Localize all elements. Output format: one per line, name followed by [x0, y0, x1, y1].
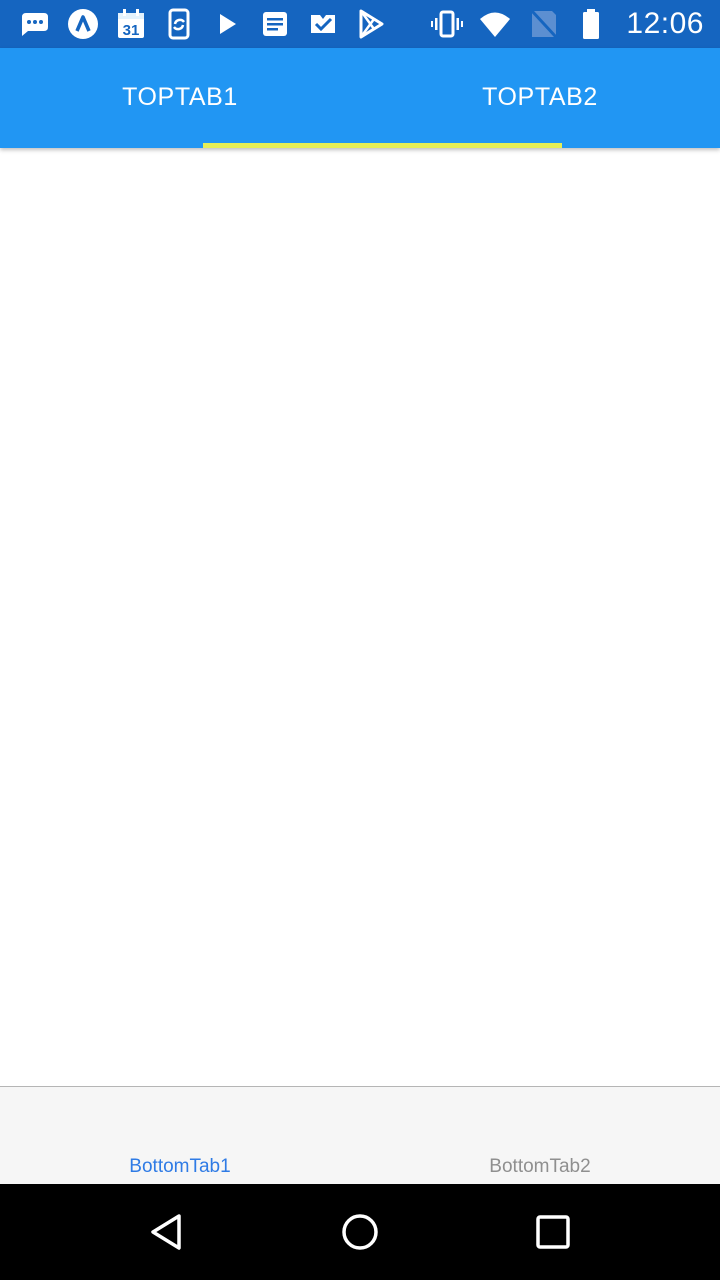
calendar-day-text: 31	[123, 22, 140, 39]
calendar-icon: 31	[114, 7, 148, 41]
status-bar: 31 12:06	[0, 0, 720, 48]
home-icon	[342, 1214, 378, 1250]
check-badge-icon	[306, 7, 340, 41]
wifi-icon	[478, 7, 512, 41]
tab-toptab1[interactable]: TOPTAB1	[0, 48, 360, 148]
play-store-icon	[354, 7, 388, 41]
vibrate-icon	[430, 7, 464, 41]
play-icon	[210, 7, 244, 41]
top-tab-bar: TOPTAB1 TOPTAB2	[0, 48, 720, 148]
status-clock: 12:06	[626, 7, 704, 40]
tab-content-area	[0, 148, 720, 1086]
bottom-tab-bar: BottomTab1 BottomTab2	[0, 1086, 720, 1184]
notes-icon	[258, 7, 292, 41]
tab-toptab2[interactable]: TOPTAB2	[360, 48, 720, 148]
back-icon	[150, 1214, 181, 1250]
no-signal-icon	[526, 7, 560, 41]
recents-icon	[536, 1215, 571, 1249]
sync-phone-icon	[162, 7, 196, 41]
recents-button[interactable]	[523, 1202, 583, 1262]
bottom-tab-2[interactable]: BottomTab2	[360, 1087, 720, 1184]
tab-indicator	[203, 143, 562, 148]
messages-icon	[18, 7, 52, 41]
battery-icon	[574, 7, 608, 41]
back-button[interactable]	[137, 1202, 197, 1262]
home-button[interactable]	[330, 1202, 390, 1262]
app-a-icon	[66, 7, 100, 41]
status-notification-icons: 31	[18, 7, 388, 41]
status-system-icons: 12:06	[430, 7, 704, 41]
navigation-bar	[0, 1184, 720, 1280]
bottom-tab-1[interactable]: BottomTab1	[0, 1087, 360, 1184]
